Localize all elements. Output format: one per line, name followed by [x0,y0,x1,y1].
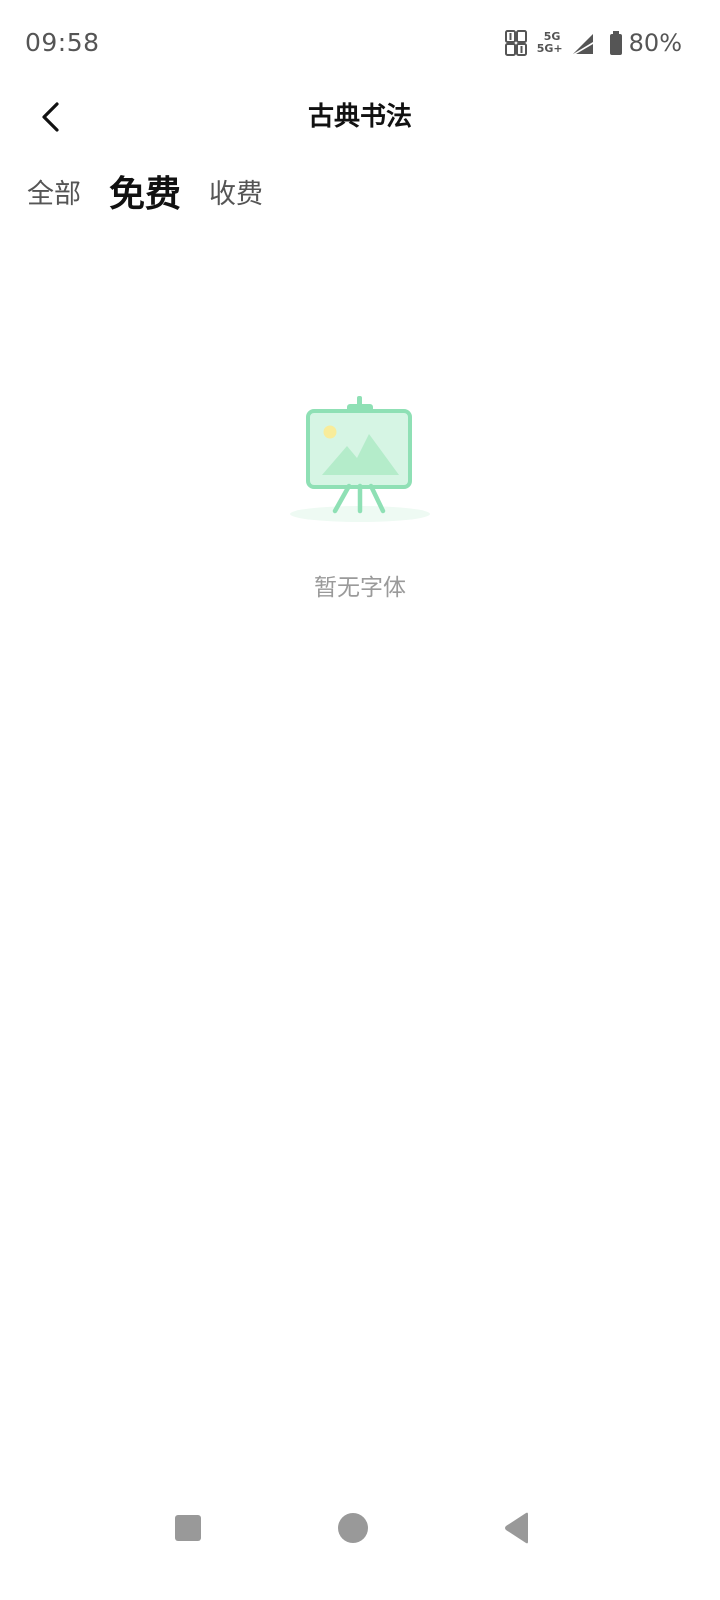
tab-all[interactable]: 全部 [27,172,81,211]
tab-paid[interactable]: 收费 [209,172,263,211]
empty-message: 暂无字体 [314,575,406,601]
header: 古典书法 [0,86,720,142]
network-type-bottom: 5G+ [536,42,563,55]
network-type: 5G 5G+ [537,31,563,55]
empty-state: 暂无字体 [0,390,720,602]
tab-bar: 全部 免费 收费 [27,163,291,219]
status-bar: 09:58 5G 5G+ 80% [0,0,720,86]
back-icon [505,1512,528,1544]
recent-apps-icon [175,1515,201,1541]
home-button[interactable] [333,1508,373,1548]
signal-icon [572,34,593,54]
battery-icon [609,31,622,55]
page-title: 古典书法 [307,102,412,132]
status-time: 09:58 [25,28,100,57]
home-icon [338,1513,368,1543]
battery-percentage: 80% [628,29,682,57]
hd-icon [504,30,527,56]
system-nav-bar [0,1490,720,1566]
recent-apps-button[interactable] [168,1508,208,1548]
easel-picture-icon [290,396,430,522]
nav-back-button[interactable] [498,1508,538,1548]
status-icons: 5G 5G+ 80% [504,26,682,60]
tab-free[interactable]: 免费 [109,165,181,217]
